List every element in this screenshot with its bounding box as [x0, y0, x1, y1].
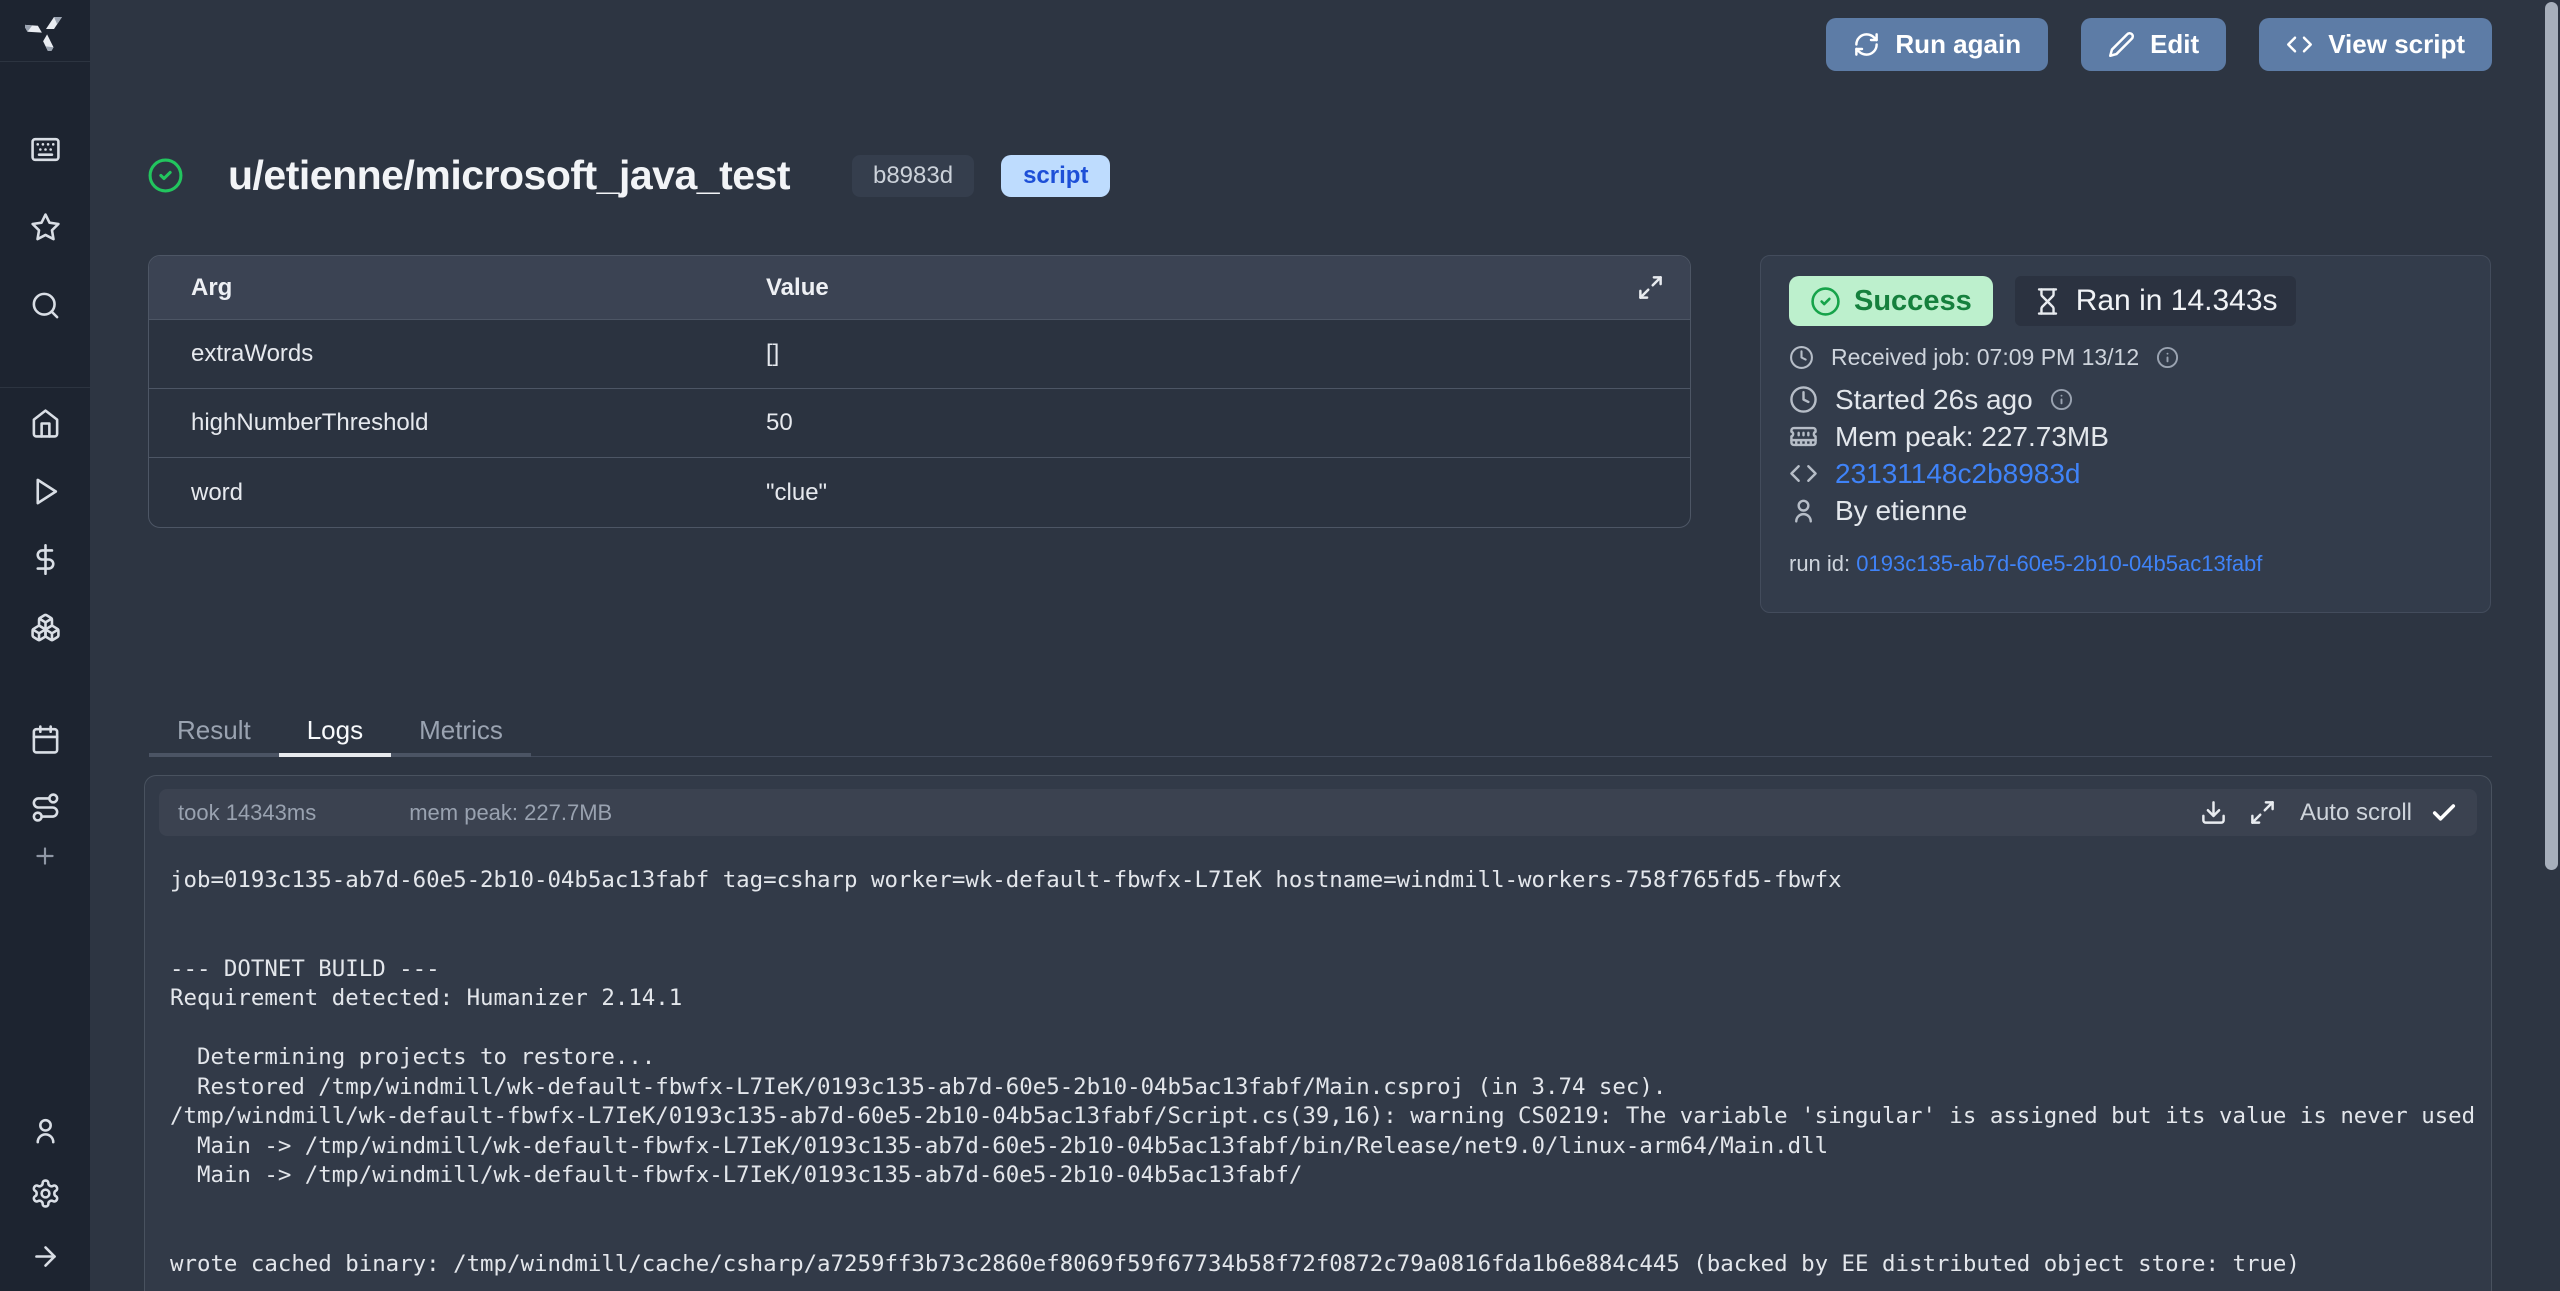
duration-label: Ran in 14.343s [2076, 284, 2278, 318]
args-col-arg: Arg [149, 274, 766, 302]
args-table: Arg Value extraWords [] highNumberThresh… [148, 255, 1691, 528]
maximize-icon [1637, 274, 1664, 301]
tab-logs[interactable]: Logs [279, 707, 391, 757]
run-again-button[interactable]: Run again [1826, 18, 2048, 71]
sidebar-divider [0, 387, 90, 388]
received-label: Received job: 07:09 PM 13/12 [1831, 344, 2139, 371]
arg-value: 50 [766, 409, 1690, 437]
sidebar [0, 0, 90, 1291]
author-label: By etienne [1835, 495, 1967, 527]
pencil-icon [2108, 31, 2135, 58]
run-id-label: run id: [1789, 551, 1850, 576]
log-header: took 14343ms mem peak: 227.7MB Auto scro… [159, 789, 2477, 836]
star-icon[interactable] [30, 212, 61, 243]
table-row: word "clue" [149, 458, 1690, 527]
memory-stick-icon [1789, 422, 1818, 451]
page-title: u/etienne/microsoft_java_test [228, 152, 790, 199]
schedules-calendar-icon[interactable] [30, 724, 61, 755]
settings-gear-icon[interactable] [30, 1178, 61, 1209]
code-icon [2286, 31, 2313, 58]
script-type-badge: script [1001, 155, 1110, 197]
success-check-circle-icon [147, 157, 184, 194]
status-badge: Success [1789, 276, 1993, 326]
hourglass-icon [2033, 287, 2062, 316]
sidebar-nav-group [30, 408, 61, 643]
runs-play-icon[interactable] [30, 476, 61, 507]
started-label: Started 26s ago [1835, 384, 2033, 416]
resources-boxes-icon[interactable] [30, 612, 61, 643]
status-row: Success Ran in 14.343s [1789, 276, 2462, 326]
toolbar: Run again Edit View script [1826, 18, 2492, 71]
home-icon[interactable] [30, 408, 61, 439]
user-icon[interactable] [30, 1115, 61, 1146]
expand-args-button[interactable] [1637, 274, 1664, 301]
keyboard-icon[interactable] [30, 134, 61, 165]
arg-name: extraWords [149, 340, 766, 368]
title-row: u/etienne/microsoft_java_test b8983d scr… [147, 152, 1110, 199]
windmill-logo-icon [25, 11, 65, 51]
table-row: highNumberThreshold 50 [149, 389, 1690, 458]
received-row: Received job: 07:09 PM 13/12 [1789, 343, 2462, 371]
routes-icon[interactable] [30, 792, 61, 823]
expand-logs-button[interactable] [2249, 799, 2276, 826]
maximize-icon [2249, 799, 2276, 826]
args-col-value: Value [766, 274, 1637, 302]
run-id-link[interactable]: 0193c135-ab7d-60e5-2b10-04b5ac13fabf [1856, 551, 2262, 576]
info-icon[interactable] [2050, 388, 2073, 411]
download-icon [2200, 799, 2227, 826]
auto-scroll-label[interactable]: Auto scroll [2300, 799, 2412, 827]
run-id-row: run id: 0193c135-ab7d-60e5-2b10-04b5ac13… [1789, 551, 2462, 577]
table-row: extraWords [] [149, 320, 1690, 389]
script-hash-row: 23131148c2b8983d [1789, 457, 2462, 490]
sidebar-tools-group [30, 724, 61, 869]
duration-chip: Ran in 14.343s [2015, 276, 2296, 326]
sidebar-top-group [30, 134, 61, 321]
script-hash-link[interactable]: 23131148c2b8983d [1835, 458, 2081, 490]
tab-result[interactable]: Result [149, 707, 279, 757]
refresh-icon [1853, 31, 1880, 58]
started-row: Started 26s ago [1789, 383, 2462, 416]
arg-value: "clue" [766, 479, 1690, 507]
job-info-panel: Success Ran in 14.343s Received job: 07:… [1760, 255, 2491, 613]
user-icon [1789, 496, 1818, 525]
log-mem-peak-label: mem peak: 227.7MB [409, 800, 612, 826]
arg-name: word [149, 479, 766, 507]
args-table-header: Arg Value [149, 256, 1690, 320]
author-row: By etienne [1789, 494, 2462, 527]
log-output: job=0193c135-ab7d-60e5-2b10-04b5ac13fabf… [170, 866, 2491, 1279]
check-icon [2430, 799, 2458, 827]
status-label: Success [1854, 285, 1972, 318]
auto-scroll-checkbox[interactable] [2430, 799, 2458, 827]
result-tabs: Result Logs Metrics [149, 707, 2492, 757]
sidebar-bottom-group [30, 1115, 61, 1272]
clock-icon [1789, 345, 1814, 370]
download-logs-button[interactable] [2200, 799, 2227, 826]
script-hash-badge: b8983d [852, 155, 974, 197]
edit-label: Edit [2150, 29, 2199, 60]
mem-peak-label: Mem peak: 227.73MB [1835, 421, 2109, 453]
code-icon [1789, 459, 1818, 488]
tab-metrics[interactable]: Metrics [391, 707, 531, 757]
variables-dollar-icon[interactable] [30, 544, 61, 575]
clock-icon [1789, 385, 1818, 414]
log-panel: took 14343ms mem peak: 227.7MB Auto scro… [144, 775, 2492, 1291]
view-script-button[interactable]: View script [2259, 18, 2492, 71]
windmill-logo[interactable] [0, 0, 90, 62]
mem-peak-row: Mem peak: 227.73MB [1789, 420, 2462, 453]
arg-name: highNumberThreshold [149, 409, 766, 437]
info-icon[interactable] [2156, 346, 2179, 369]
run-again-label: Run again [1895, 29, 2021, 60]
edit-button[interactable]: Edit [2081, 18, 2226, 71]
page-scrollbar[interactable] [2545, 2, 2558, 870]
view-script-label: View script [2328, 29, 2465, 60]
check-circle-icon [1810, 286, 1841, 317]
plus-icon[interactable] [32, 843, 58, 869]
collapse-arrow-right-icon[interactable] [30, 1241, 61, 1272]
arg-value: [] [766, 340, 1690, 368]
search-icon[interactable] [30, 290, 61, 321]
log-took-label: took 14343ms [178, 800, 316, 826]
